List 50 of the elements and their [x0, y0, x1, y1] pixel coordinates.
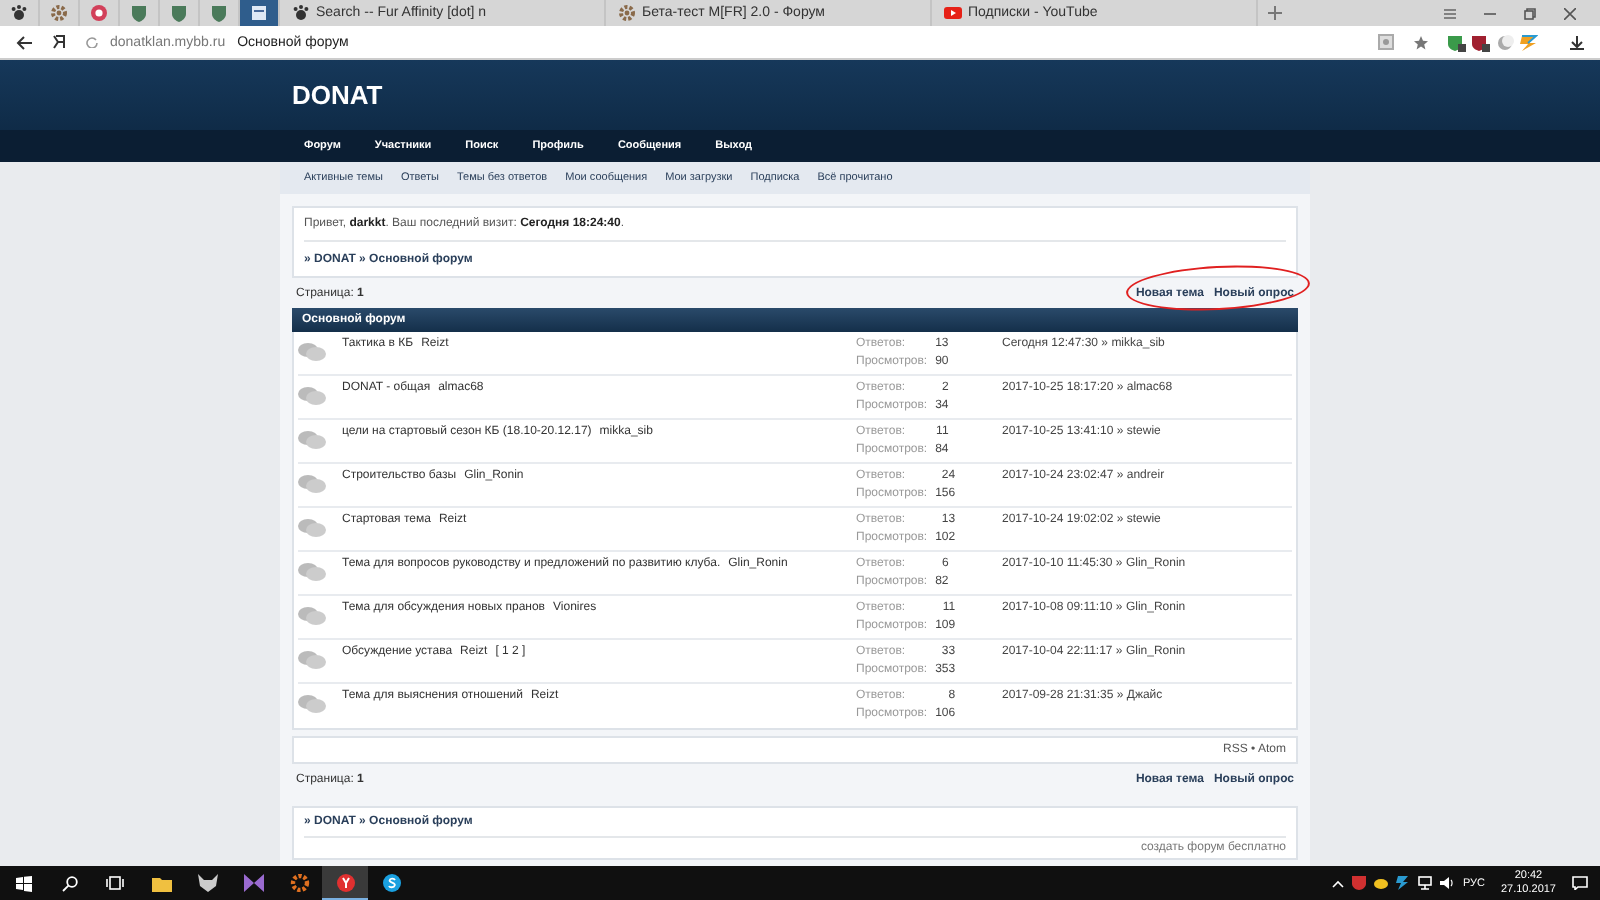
speech-bubbles-icon [298, 606, 326, 626]
video-icon [944, 4, 962, 22]
paw-icon [292, 4, 310, 22]
shield-icon [170, 4, 188, 22]
reload-icon [86, 36, 98, 48]
folder-icon [151, 874, 171, 892]
round-logo-icon [90, 4, 108, 22]
minimize-icon[interactable] [1484, 7, 1496, 19]
bow-icon [243, 874, 263, 892]
shield-tray-icon[interactable] [1352, 876, 1367, 890]
gear-icon [50, 4, 68, 22]
windows-logo-icon [15, 875, 31, 891]
speech-bubbles-icon [298, 342, 326, 362]
close-icon[interactable] [1564, 7, 1576, 19]
shield-icon [210, 4, 228, 22]
search-icon [61, 875, 77, 891]
browser-tab[interactable] [240, 0, 280, 26]
chat-icon [381, 874, 401, 892]
paw-icon [10, 4, 28, 22]
speech-bubbles-icon [298, 650, 326, 670]
network-icon[interactable] [1418, 876, 1433, 890]
plus-icon [1268, 6, 1282, 20]
download-icon[interactable] [1570, 35, 1584, 49]
shield-icon [130, 4, 148, 22]
speech-bubbles-icon [298, 386, 326, 406]
speaker-icon[interactable] [1440, 876, 1455, 890]
fox-head-icon [197, 874, 217, 892]
browser-icon [335, 873, 355, 891]
shield-extension-icon[interactable] [1448, 33, 1466, 51]
gear-icon [618, 4, 636, 22]
speech-bubbles-icon [298, 694, 326, 714]
cloud-tray-icon[interactable] [1374, 876, 1389, 890]
star-icon[interactable] [1414, 35, 1428, 49]
bolt-tray-icon[interactable] [1396, 876, 1411, 890]
forum-logo-text[interactable]: DONAT [292, 80, 383, 110]
speech-bubbles-icon [298, 562, 326, 582]
browser-logo-icon[interactable] [52, 34, 66, 50]
restore-icon[interactable] [1524, 7, 1536, 19]
speech-bubbles-icon [298, 518, 326, 538]
shield-extension-icon[interactable] [1472, 33, 1490, 51]
speech-bubbles-icon [298, 474, 326, 494]
colorful-bolt-icon[interactable] [1520, 33, 1538, 51]
notification-icon[interactable] [1572, 876, 1588, 890]
menu-icon[interactable] [1444, 7, 1456, 19]
chevron-up-icon[interactable] [1332, 879, 1345, 887]
gear-icon [289, 874, 309, 892]
page-icon [250, 4, 268, 22]
back-arrow-icon[interactable] [16, 35, 32, 49]
speech-bubbles-icon [298, 430, 326, 450]
task-view-icon [106, 876, 124, 890]
